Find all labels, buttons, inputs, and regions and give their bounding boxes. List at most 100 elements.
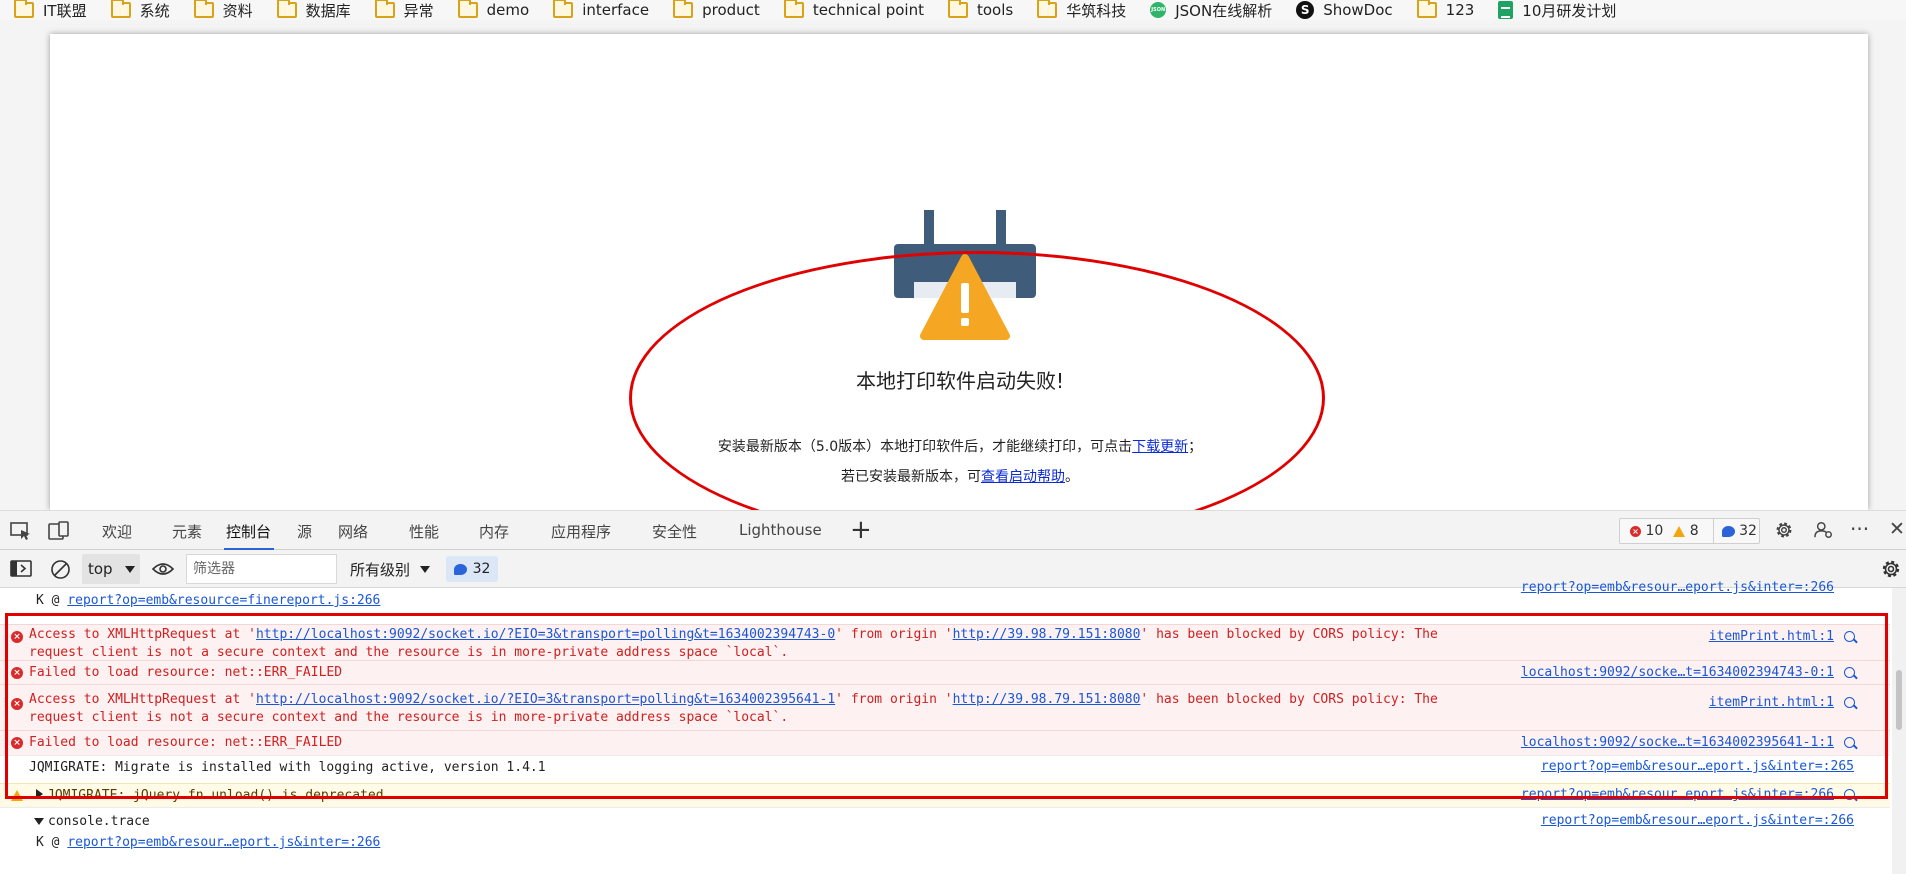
log-row-error: × Failed to load resource: net::ERR_FAIL… [0,730,1890,755]
request-url-link[interactable]: http://localhost:9092/socket.io/?EIO=3&t… [256,692,835,707]
live-expression-eye-icon[interactable] [152,561,174,577]
source-link[interactable]: itemPrint.html:1 [1709,629,1834,644]
origin-link[interactable]: http://39.98.79.151:8080 [953,627,1141,642]
search-icon[interactable] [1844,631,1855,642]
startup-help-link[interactable]: 查看启动帮助 [981,469,1065,485]
toggle-sidebar-icon[interactable] [10,559,32,579]
log-row-error: × Access to XMLHttpRequest at 'http://lo… [0,684,1890,730]
expand-triangle-icon[interactable] [36,789,43,799]
bookmark-item[interactable]: IT联盟 [0,0,97,20]
warning-text: JQMIGRATE: jQuery.fn.unload() is depreca… [47,788,384,803]
folder-icon [374,0,395,18]
log-text: Access to XMLHttpRequest at 'http://loca… [29,691,1450,727]
folder-icon [947,0,968,18]
folder-icon [457,0,478,18]
settings-gear-icon[interactable] [1773,520,1795,540]
context-select[interactable]: top [82,554,140,584]
origin-link[interactable]: http://39.98.79.151:8080 [953,692,1141,707]
tab-network[interactable]: 网络 [338,521,368,542]
bookmark-item[interactable]: technical point [770,0,934,20]
bookmark-item[interactable]: S ShowDoc [1282,0,1402,20]
more-tools-icon[interactable]: ··· [1850,517,1869,541]
inspect-element-icon[interactable] [10,521,32,541]
tab-sources[interactable]: 源 [297,521,312,542]
log-text: JQMIGRATE: Migrate is installed with log… [29,760,546,775]
bookmark-label: IT联盟 [43,1,87,20]
log-text: K @ report?op=emb&resource=finereport.js… [36,592,1450,610]
tab-console[interactable]: 控制台 [226,521,271,542]
tab-lighthouse[interactable]: Lighthouse [739,521,822,539]
scrollbar-thumb[interactable] [1896,670,1902,730]
source-link[interactable]: report?op=emb&resour…eport.js&inter=:265 [1541,759,1854,774]
download-update-link[interactable]: 下载更新 [1132,439,1188,455]
bookmark-label: product [702,1,760,19]
bookmark-item[interactable]: 数据库 [263,0,361,20]
trace-text: console.trace [48,814,150,829]
device-toolbar-icon[interactable] [48,521,70,541]
request-url-link[interactable]: http://localhost:9092/socket.io/?EIO=3&t… [256,627,835,642]
source-link[interactable]: itemPrint.html:1 [1709,695,1834,710]
help-message-text: 若已安装最新版本，可 [841,469,981,485]
source-link[interactable]: localhost:9092/socke…t=1634002394743-0:1 [1521,665,1834,680]
folder-icon [783,0,804,18]
log-row-warning: JQMIGRATE: jQuery.fn.unload() is depreca… [0,783,1890,807]
log-row-error: × Access to XMLHttpRequest at 'http://lo… [0,624,1890,660]
log-text[interactable]: console.trace [34,813,1450,831]
clear-console-icon[interactable] [50,559,71,580]
page-title: 本地打印软件启动失败! [855,369,1065,393]
warning-icon [11,790,23,801]
folder-icon [553,0,574,18]
bookmark-item[interactable]: 华筑科技 [1023,0,1136,20]
bookmark-label: ShowDoc [1323,1,1393,19]
tab-performance[interactable]: 性能 [409,521,439,542]
console-settings-gear-icon[interactable] [1880,558,1902,580]
stack-frame: K @ report?op=emb&resour…eport.js&inter=… [36,834,1450,852]
close-devtools-icon[interactable]: ✕ [1889,518,1905,540]
stack-link[interactable]: report?op=emb&resource=finereport.js:266 [67,593,380,608]
tab-application[interactable]: 应用程序 [551,521,611,542]
console-scrollbar[interactable] [1892,588,1906,874]
message-icon [1721,525,1735,537]
bookmark-item[interactable]: demo [444,0,540,20]
bookmark-item[interactable]: 系统 [97,0,180,20]
bookmark-item[interactable]: interface [539,0,659,20]
filter-input[interactable] [186,554,337,584]
search-icon[interactable] [1844,697,1855,708]
log-row-error: × Failed to load resource: net::ERR_FAIL… [0,660,1890,684]
search-icon[interactable] [1844,737,1855,748]
console-log: K @ report?op=emb&resource=finereport.js… [0,580,1906,874]
tab-security[interactable]: 安全性 [652,521,697,542]
collapse-triangle-icon[interactable] [34,818,44,825]
bookmark-item[interactable]: JSON JSON在线解析 [1136,0,1282,20]
error-icon: × [1630,525,1641,537]
bookmark-label: technical point [812,1,924,19]
search-icon[interactable] [1844,789,1855,800]
folder-icon [14,0,34,18]
bookmark-item[interactable]: 异常 [361,0,444,20]
search-icon[interactable] [1844,667,1855,678]
bookmark-item[interactable]: 资料 [180,0,263,20]
source-link[interactable]: report?op=emb&resour…eport.js&inter=:266 [1541,813,1854,828]
bookmark-item[interactable]: 123 [1403,0,1485,20]
stack-link[interactable]: report?op=emb&resour…eport.js&inter=:266 [67,835,380,850]
tab-elements[interactable]: 元素 [172,521,202,542]
bookmark-item[interactable]: product [659,0,770,20]
bookmark-item[interactable]: 10月研发计划 [1484,0,1626,20]
printer-warning-icon [894,210,1036,340]
source-link[interactable]: report?op=emb&resour…eport.js&inter=:266 [1521,787,1834,802]
message-count-badge[interactable]: 32 [446,556,498,582]
bookmark-label: 华筑科技 [1066,1,1127,20]
bookmark-item[interactable]: tools [934,0,1023,20]
issue-counts[interactable]: × 10 8 32 [1619,518,1760,544]
log-text[interactable]: JQMIGRATE: jQuery.fn.unload() is depreca… [36,787,1450,805]
log-row-info: JQMIGRATE: Migrate is installed with log… [0,755,1890,779]
source-link[interactable]: localhost:9092/socke…t=1634002395641-1:1 [1521,735,1834,750]
add-tab-button[interactable]: + [850,515,872,545]
bookmark-label: 资料 [222,1,253,20]
folder-icon [1037,0,1058,18]
log-levels-select[interactable]: 所有级别 [350,554,436,584]
tab-memory[interactable]: 内存 [479,521,509,542]
customize-user-icon[interactable] [1813,520,1835,540]
tab-welcome[interactable]: 欢迎 [102,521,132,542]
source-link[interactable]: report?op=emb&resour…eport.js&inter=:266 [1521,580,1834,595]
